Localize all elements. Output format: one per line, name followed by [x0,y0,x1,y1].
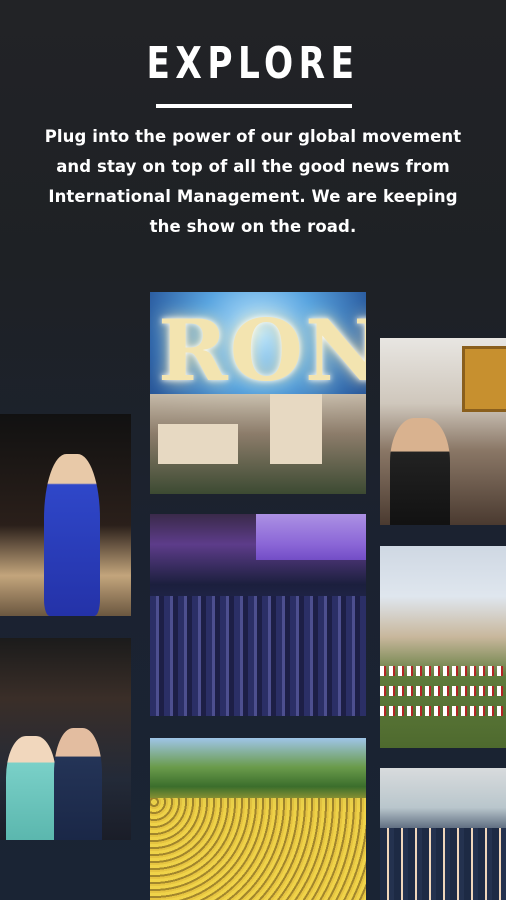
framed-portrait [462,346,506,412]
page-title: EXPLORE [146,38,360,89]
auditorium-crowd-photo[interactable] [150,514,366,716]
woman-teal-dress-figure [6,736,56,840]
uniformed-rows [380,828,506,900]
woman-navy-dress-figure [54,728,102,840]
office-meeting-photo[interactable] [380,338,506,525]
marching-row [380,706,506,716]
chandelier-lights [256,514,366,560]
page-description: Plug into the power of our global moveme… [44,127,462,236]
uniformed-group-photo[interactable] [380,768,506,900]
ron-logo-text: RON [158,301,366,400]
gala-woman-blue-dress-photo[interactable] [0,414,131,616]
marching-row [380,666,506,676]
title-divider [156,104,352,108]
marching-row [380,686,506,696]
audience-crowd [150,596,366,716]
parade-field-photo[interactable] [380,546,506,748]
seated-woman-figure [390,418,450,525]
clapping-audience-photo[interactable] [0,638,131,840]
yellow-crowd [150,798,366,900]
blue-dress-figure [44,454,100,616]
city-skyline [150,394,366,494]
ron-event-photo[interactable]: RON [150,292,366,494]
yellow-shirt-crowd-photo[interactable] [150,738,366,900]
